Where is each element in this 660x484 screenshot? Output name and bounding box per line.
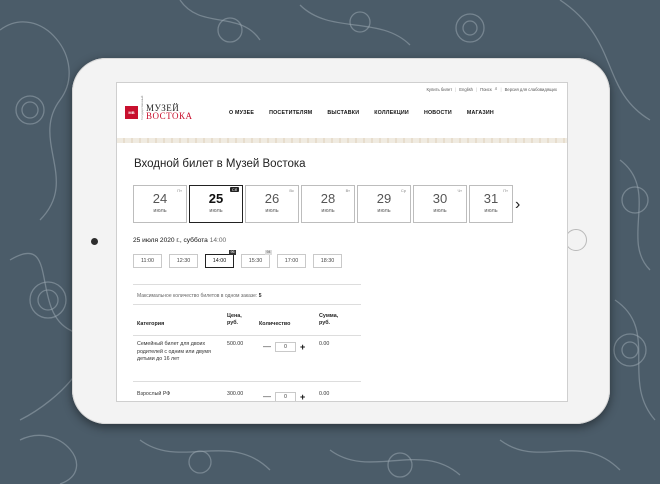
- minus-button[interactable]: —: [263, 393, 271, 401]
- row-sum-family: 0.00: [319, 341, 330, 347]
- date-card-31[interactable]: Пт 31 июль: [469, 185, 513, 223]
- col-header-price: Цена, руб.: [227, 313, 242, 326]
- col-header-quantity: Количество: [259, 321, 291, 327]
- time-slot-1400[interactable]: 14:00 96: [205, 250, 236, 268]
- accessibility-link[interactable]: Версия для слабовидящих: [505, 87, 557, 92]
- quantity-input[interactable]: 0: [275, 392, 296, 401]
- time-label: 15:30: [248, 258, 263, 264]
- page-title: Входной билет в Музей Востока: [134, 158, 306, 170]
- col-header-sum: Сумма, руб.: [319, 313, 339, 326]
- date-month: июль: [209, 208, 223, 214]
- availability-badge: 96: [229, 250, 236, 255]
- row-category-adult: Взрослый РФ: [137, 391, 171, 397]
- date-month: июль: [433, 208, 447, 214]
- selected-date-line: 25 июля 2020 г., суббота 14:00: [133, 237, 226, 244]
- date-card-28[interactable]: Вт 28 июль: [301, 185, 355, 223]
- time-label: 12:30: [176, 258, 191, 264]
- col-header-category: Категория: [137, 321, 165, 327]
- nav-exhibitions[interactable]: ВЫСТАВКИ: [327, 110, 359, 116]
- nav-visitors[interactable]: ПОСЕТИТЕЛЯМ: [269, 110, 312, 116]
- section-divider: [133, 284, 361, 285]
- table-top-divider: [133, 304, 361, 305]
- logo-vertical-text: Государственный: [140, 95, 144, 120]
- date-dow: Вс: [289, 188, 294, 193]
- date-card-24[interactable]: Пт 24 июль: [133, 185, 187, 223]
- time-label: 14:00: [212, 258, 227, 264]
- row-divider: [133, 381, 361, 382]
- time-slot-1700[interactable]: 17:00: [277, 254, 306, 268]
- date-card-26[interactable]: Вс 26 июль: [245, 185, 299, 223]
- date-day: 31: [483, 191, 499, 206]
- date-dow: Ср: [400, 188, 406, 193]
- date-selector: Пт 24 июль Сб 25 июль Вс 26 июль Вт 28 и…: [133, 185, 513, 223]
- ornament-divider: [117, 138, 567, 143]
- date-day: 24: [152, 191, 168, 206]
- date-dow: Вт: [345, 188, 350, 193]
- home-button[interactable]: [565, 229, 587, 251]
- max-tickets-value: 5: [258, 293, 262, 299]
- buy-ticket-link[interactable]: Купить билет: [426, 87, 452, 92]
- quantity-stepper-adult: — 0 +: [263, 392, 305, 402]
- search-link[interactable]: Поиск: [480, 87, 492, 92]
- date-month: июль: [265, 208, 279, 214]
- date-day: 28: [320, 191, 336, 206]
- nav-collections[interactable]: КОЛЛЕКЦИИ: [374, 110, 409, 116]
- museum-logo[interactable]: МВ Государственный МУЗЕЙ ВОСТОКА: [125, 95, 193, 121]
- date-card-30[interactable]: Чт 30 июль: [413, 185, 467, 223]
- date-dow: Пт: [177, 188, 182, 193]
- time-slot-1530[interactable]: 15:30 94: [241, 250, 272, 268]
- logo-text-east: ВОСТОКА: [146, 111, 193, 121]
- time-selector: 11:00 12:30 14:00 96 15:30 94 17:00 18:3…: [133, 250, 342, 268]
- date-month: июль: [153, 208, 167, 214]
- date-month: июль: [321, 208, 335, 214]
- table-header-divider: [133, 335, 361, 336]
- time-label: 17:00: [284, 258, 299, 264]
- time-slot-1100[interactable]: 11:00: [133, 254, 162, 268]
- date-dow: Чт: [457, 188, 463, 193]
- selected-date: 25 июля 2020 г., суббота: [133, 237, 208, 244]
- row-price-family: 500.00: [227, 341, 244, 347]
- plus-button[interactable]: +: [300, 343, 305, 352]
- minus-button[interactable]: —: [263, 343, 271, 351]
- plus-button[interactable]: +: [300, 393, 305, 402]
- time-label: 18:30: [320, 258, 335, 264]
- max-tickets-label: Максимальное количество билетов в одном …: [137, 293, 258, 299]
- date-day: 26: [264, 191, 280, 206]
- chevron-right-icon[interactable]: ›: [515, 197, 520, 213]
- time-slot-1230[interactable]: 12:30: [169, 254, 198, 268]
- camera-dot: [91, 238, 98, 245]
- time-label: 11:00: [140, 258, 155, 264]
- date-dow: Сб: [229, 187, 239, 192]
- search-icon[interactable]: ⌕: [495, 86, 498, 92]
- tablet-frame: Купить билет | English | Поиск ⌕ | Верси…: [72, 58, 610, 424]
- time-slot-1830[interactable]: 18:30: [313, 254, 342, 268]
- max-tickets-note: Максимальное количество билетов в одном …: [137, 293, 262, 299]
- nav-about[interactable]: О МУЗЕЕ: [229, 110, 254, 116]
- nav-shop[interactable]: МАГАЗИН: [467, 110, 494, 116]
- row-price-adult: 300.00: [227, 391, 244, 397]
- date-day: 30: [432, 191, 448, 206]
- quantity-stepper-family: — 0 +: [263, 342, 305, 352]
- tablet-screen: Купить билет | English | Поиск ⌕ | Верси…: [116, 82, 568, 402]
- date-month: июль: [377, 208, 391, 214]
- date-card-29[interactable]: Ср 29 июль: [357, 185, 411, 223]
- utility-bar: Купить билет | English | Поиск ⌕ | Верси…: [426, 86, 557, 92]
- main-nav: О МУЗЕЕ ПОСЕТИТЕЛЯМ ВЫСТАВКИ КОЛЛЕКЦИИ Н…: [229, 110, 494, 116]
- date-month: июль: [484, 208, 498, 214]
- date-day: 29: [376, 191, 392, 206]
- nav-news[interactable]: НОВОСТИ: [424, 110, 452, 116]
- date-card-25[interactable]: Сб 25 июль: [189, 185, 243, 223]
- date-dow: Пт: [503, 188, 508, 193]
- logo-mark: МВ: [125, 105, 138, 119]
- row-category-family: Семейный билет для двоих родителей с одн…: [137, 341, 211, 363]
- quantity-input[interactable]: 0: [275, 342, 296, 352]
- row-sum-adult: 0.00: [319, 391, 330, 397]
- selected-time: 14:00: [209, 237, 227, 244]
- date-day: 25: [208, 191, 224, 206]
- english-link[interactable]: English: [459, 87, 473, 92]
- availability-badge: 94: [265, 250, 272, 255]
